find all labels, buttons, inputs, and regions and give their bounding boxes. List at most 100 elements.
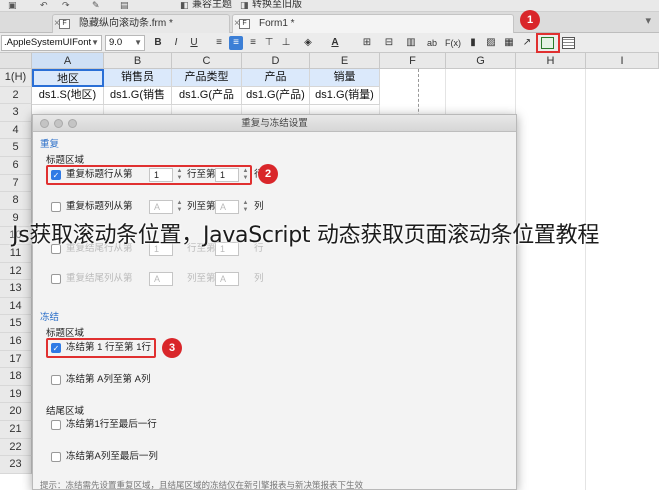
font-color-icon[interactable]: A	[328, 36, 342, 50]
repeat-title-col-option[interactable]: 重复标题列从第 A ▲ ▼ 列至第 A ▲ ▼ 列	[51, 199, 271, 215]
tab-overflow-icon[interactable]: ▾	[645, 14, 651, 27]
column-header-f[interactable]: F	[380, 53, 446, 69]
bar-chart-icon[interactable]: ▮	[466, 36, 480, 50]
cell-e1[interactable]: 销量	[310, 69, 380, 87]
hyperlink-icon[interactable]: ↗	[520, 36, 534, 50]
checkbox[interactable]	[51, 375, 61, 385]
cell-c1[interactable]: 产品类型	[172, 69, 242, 87]
undo-icon[interactable]: ↶	[40, 0, 50, 10]
column-header-c[interactable]: C	[172, 53, 242, 69]
column-header-g[interactable]: G	[446, 53, 516, 69]
valign-top-icon[interactable]: ⊤	[262, 36, 276, 50]
fill-color-icon[interactable]: ◈	[301, 36, 315, 50]
row-header[interactable]: 5	[0, 139, 32, 157]
repeat-title-area-label: 标题区域	[46, 155, 85, 166]
row-header[interactable]: 19	[0, 385, 32, 404]
cell-d2[interactable]: ds1.G(产品)	[242, 87, 310, 105]
column-header-a[interactable]: A	[32, 53, 104, 69]
bold-button[interactable]: B	[151, 36, 165, 50]
repeat-col-from-input[interactable]: A	[149, 200, 173, 214]
stepper-icon[interactable]: ▲ ▼	[175, 200, 184, 214]
cell-b1[interactable]: 销售员	[104, 69, 172, 87]
compat-theme-button[interactable]: 兼容主题	[192, 0, 232, 11]
row-header[interactable]: 17	[0, 350, 32, 369]
freeze-tail-col-option[interactable]: 冻结第A列至最后一列	[51, 449, 191, 465]
checkbox[interactable]	[51, 202, 61, 212]
option-label: 列	[254, 201, 264, 212]
merge-icon[interactable]: ⊟	[382, 36, 396, 50]
font-family-select[interactable]: .AppleSystemUIFont ▼	[1, 35, 102, 51]
subreport-icon[interactable]: ▦	[502, 36, 516, 50]
row-header[interactable]: 18	[0, 368, 32, 386]
cell-a2[interactable]: ds1.S(地区)	[32, 87, 104, 105]
chevron-down-icon: ▼	[134, 38, 142, 47]
brush-icon[interactable]: ✎	[92, 0, 102, 10]
cell-e2[interactable]: ds1.G(销量)	[310, 87, 380, 105]
row-header[interactable]: 22	[0, 438, 32, 457]
tail-col-from-input[interactable]: A	[149, 272, 173, 286]
cell-c2[interactable]: ds1.G(产品	[172, 87, 242, 105]
dialog-titlebar[interactable]: 重复与冻结设置	[33, 115, 516, 132]
option-label: 重复标题列从第	[66, 201, 133, 212]
checkbox[interactable]	[51, 420, 61, 430]
row-header[interactable]: 2	[0, 86, 32, 105]
split-icon[interactable]: ▥	[404, 36, 418, 50]
column-header-i[interactable]: I	[586, 53, 659, 69]
font-size-select[interactable]: 9.0 ▼	[105, 35, 145, 51]
grid-line	[585, 69, 586, 490]
row-header[interactable]: 8	[0, 192, 32, 210]
column-header-b[interactable]: B	[104, 53, 172, 69]
tab-hidden-scroll[interactable]: × F 隐藏纵向滚动条.frm *	[52, 14, 230, 33]
freeze-tail-row-option[interactable]: 冻结第1行至最后一行	[51, 417, 191, 433]
image-icon[interactable]: ▨	[484, 36, 498, 50]
row-header[interactable]: 1(H)	[0, 69, 32, 87]
row-header[interactable]: 12	[0, 262, 32, 281]
row-header[interactable]: 23	[0, 456, 32, 474]
align-center-icon[interactable]: ≡	[229, 36, 243, 50]
valign-bottom-icon[interactable]: ⊥	[279, 36, 293, 50]
underline-button[interactable]: U	[187, 36, 201, 50]
formula-button[interactable]: F(x)	[442, 36, 464, 50]
row-header[interactable]: 4	[0, 121, 32, 140]
row-header[interactable]: 14	[0, 297, 32, 316]
tab-form1[interactable]: × F Form1 *	[232, 14, 514, 33]
checkbox[interactable]	[51, 452, 61, 462]
border-icon[interactable]: ⊞	[360, 36, 374, 50]
cell-d1[interactable]: 产品	[242, 69, 310, 87]
column-header-h[interactable]: H	[516, 53, 586, 69]
freeze-row-highlight	[46, 338, 156, 358]
align-left-icon[interactable]: ≡	[212, 36, 226, 50]
column-header-d[interactable]: D	[242, 53, 310, 69]
redo-icon[interactable]: ↷	[62, 0, 72, 10]
italic-button[interactable]: I	[169, 36, 183, 50]
repeat-tail-col-option[interactable]: 重复结尾列从第 A 列至第 A 列	[51, 271, 271, 287]
row-header[interactable]: 16	[0, 333, 32, 351]
checkbox[interactable]	[51, 274, 61, 284]
row-header[interactable]: 15	[0, 315, 32, 333]
tail-col-to-input[interactable]: A	[215, 272, 239, 286]
table-layout-icon[interactable]	[562, 37, 575, 49]
save-icon[interactable]: ▣	[8, 0, 18, 10]
tab-bar: × F 隐藏纵向滚动条.frm * × F Form1 * ▾	[0, 12, 659, 33]
repeat-freeze-icon[interactable]	[541, 37, 554, 49]
column-header-e[interactable]: E	[310, 53, 380, 69]
convert-legacy-button[interactable]: 转换至旧版	[252, 0, 302, 11]
freeze-col-option[interactable]: 冻结第 A列至第 A列	[51, 372, 171, 388]
repeat-col-to-input[interactable]: A	[215, 200, 239, 214]
cell-b2[interactable]: ds1.G(销售	[104, 87, 172, 105]
top-toolbar: ▣ ↶ ↷ ✎ ▤ ◧ 兼容主题 ◨ 转换至旧版	[0, 0, 659, 12]
sheet-corner[interactable]	[0, 53, 32, 69]
align-right-icon[interactable]: ≡	[246, 36, 260, 50]
row-header[interactable]: 21	[0, 421, 32, 439]
convert-icon: ◨	[240, 0, 249, 10]
row-header[interactable]: 6	[0, 157, 32, 175]
row-header[interactable]: 20	[0, 403, 32, 421]
stepper-icon[interactable]: ▲ ▼	[241, 200, 250, 214]
row-header[interactable]: 13	[0, 280, 32, 298]
text-abbr-button[interactable]: ab	[424, 36, 440, 50]
row-header[interactable]: 3	[0, 104, 32, 122]
freeze-title-area-label: 标题区域	[46, 328, 85, 339]
cell-a1[interactable]: 地区	[32, 69, 104, 87]
template-icon[interactable]: ▤	[120, 0, 130, 10]
row-header[interactable]: 7	[0, 174, 32, 193]
